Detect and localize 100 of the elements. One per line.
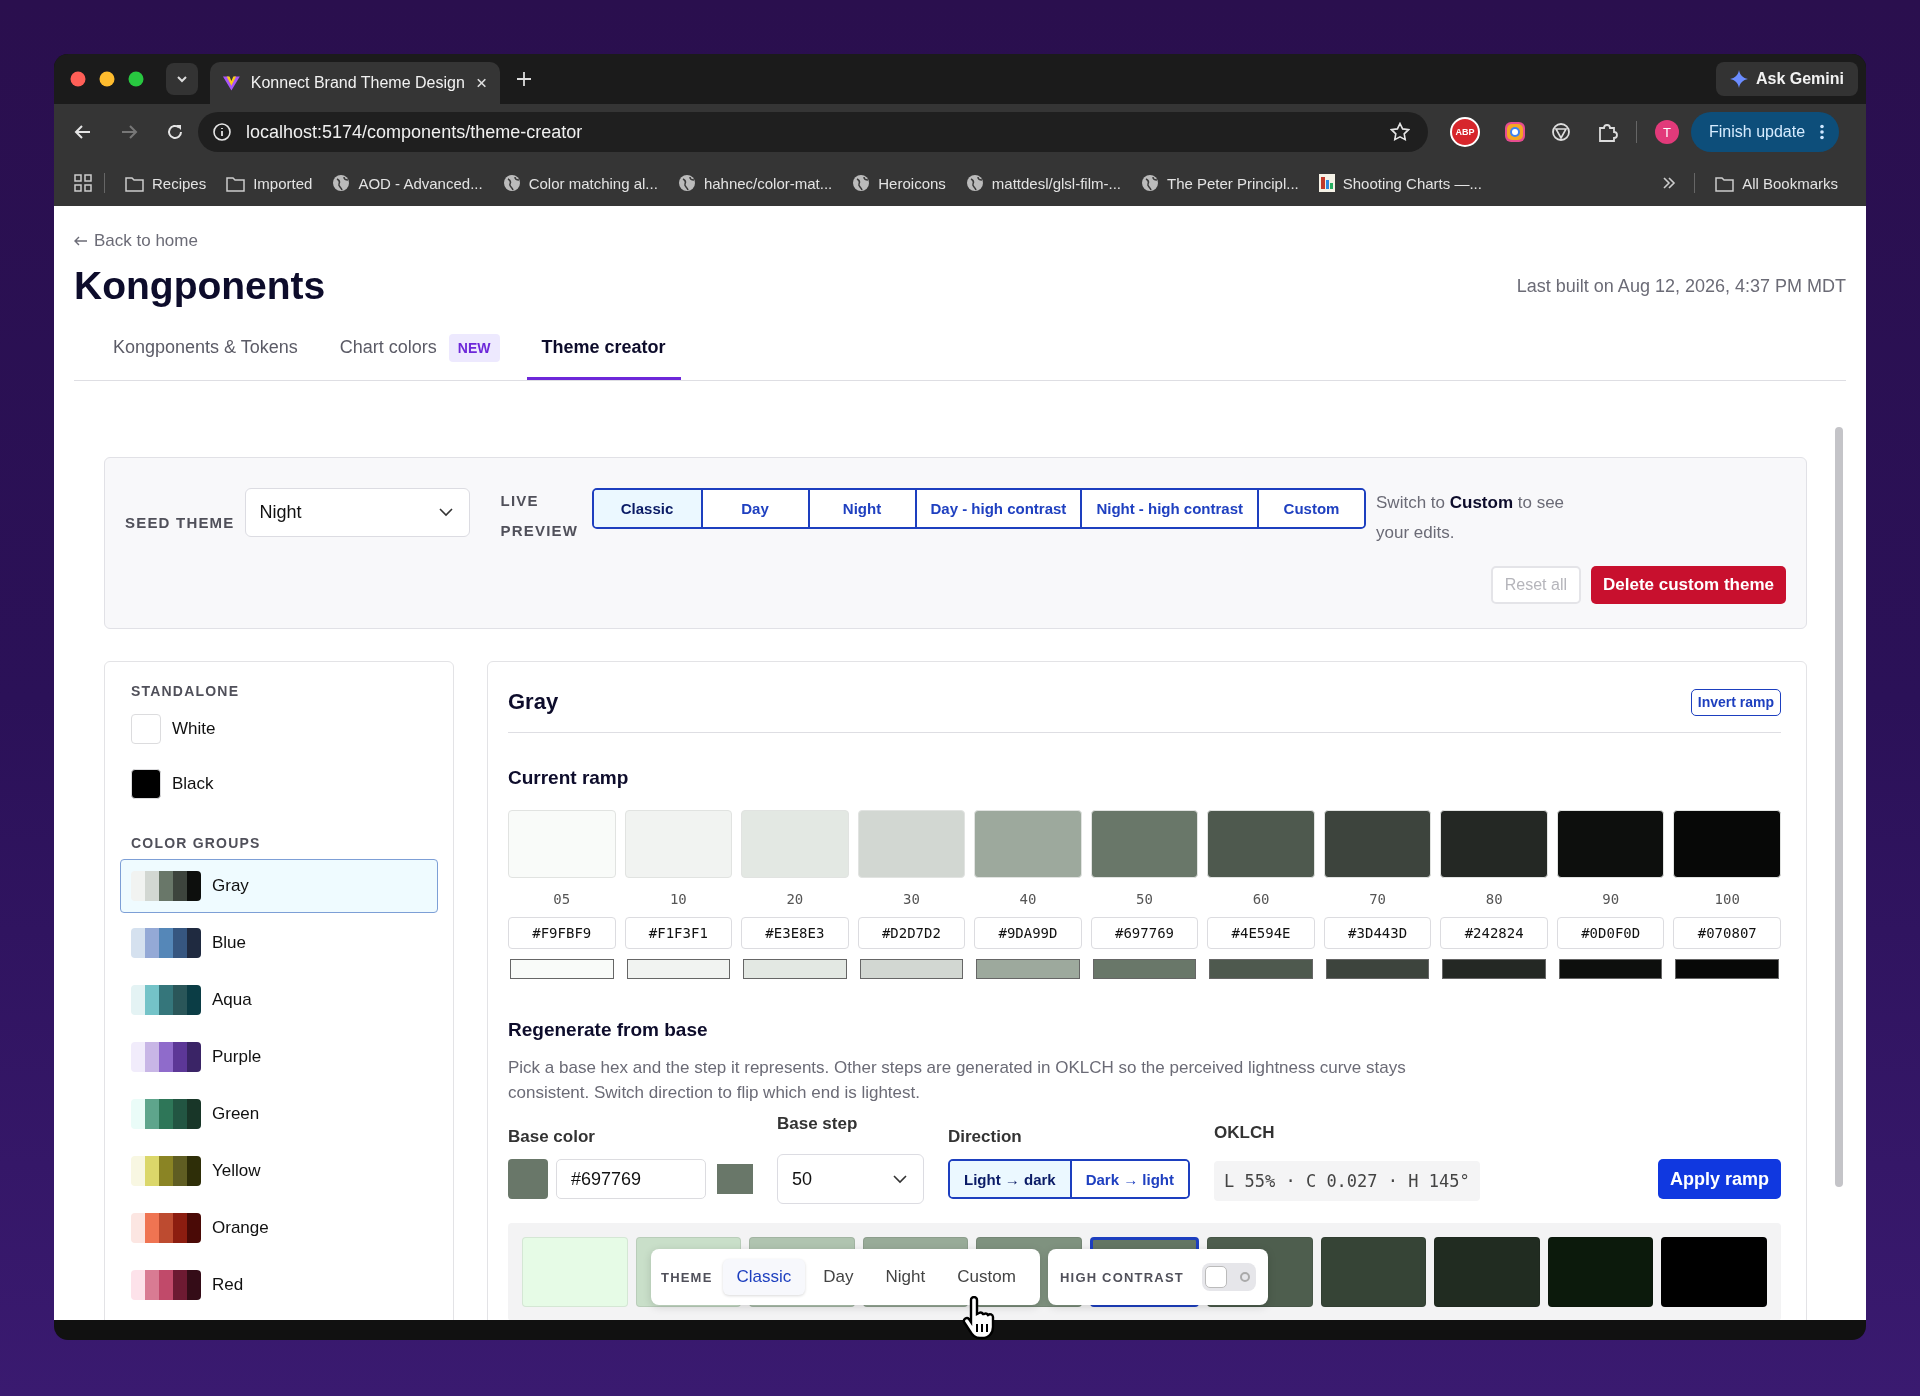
preview-option[interactable]: Classic (593, 490, 701, 527)
globe-icon (852, 174, 871, 192)
bookmark[interactable]: Imported (218, 174, 321, 192)
hex-input[interactable]: #9DA99D (974, 917, 1082, 949)
tab-list-button[interactable] (166, 63, 198, 95)
sparkle-icon (1729, 70, 1748, 88)
scrollbar-thumb[interactable] (1835, 427, 1843, 1187)
preview-option[interactable]: Day (700, 490, 808, 527)
color-picker[interactable] (976, 959, 1080, 979)
group-title: Gray (508, 689, 559, 715)
page-tab[interactable]: Kongponents & Tokens (98, 318, 313, 380)
color-group-item[interactable]: Gray (120, 859, 438, 913)
hex-input[interactable]: #3D443D (1323, 917, 1432, 949)
hex-input[interactable]: #F9FBF9 (508, 917, 616, 949)
color-picker[interactable] (1092, 959, 1197, 979)
bookmark[interactable]: The Peter Principl... (1133, 174, 1307, 192)
hex-input[interactable]: #697769 (1090, 917, 1199, 949)
hex-input[interactable]: #4E594E (1207, 917, 1315, 949)
color-ramp-preview (131, 871, 201, 901)
color-swatch[interactable] (508, 1159, 548, 1199)
browser-tab[interactable]: Konnect Brand Theme Design (210, 62, 500, 104)
window-control-icon (70, 71, 86, 87)
color-group-item[interactable]: Purple (120, 1030, 438, 1084)
chart-sheet-icon (1318, 174, 1335, 192)
apps-grid-icon[interactable] (74, 174, 92, 192)
theme-option[interactable]: Custom (943, 1259, 1030, 1295)
color-group-item[interactable]: Aqua (120, 973, 438, 1027)
color-picker[interactable] (1442, 959, 1546, 979)
hex-input[interactable]: #E3E8E3 (741, 917, 849, 949)
bookmark[interactable]: All Bookmarks (1707, 174, 1846, 192)
new-tab-icon[interactable] (516, 71, 532, 87)
reload-icon[interactable] (166, 123, 184, 141)
back-arrow-icon[interactable] (74, 123, 92, 141)
hex-input[interactable]: #0D0F0D (1556, 917, 1665, 949)
color-picker[interactable] (1209, 959, 1313, 979)
color-swatch[interactable] (717, 1164, 753, 1194)
hex-input[interactable]: #697769 (556, 1159, 706, 1199)
address-bar[interactable]: localhost:5174/components/theme-creator (198, 112, 1428, 152)
bookmark[interactable]: Recipes (117, 174, 215, 192)
back-link[interactable]: Back to home (74, 230, 1846, 252)
color-picker[interactable] (743, 959, 847, 979)
bookmark[interactable]: hahnec/color-mat... (669, 174, 841, 192)
ask-button[interactable]: Ask Gemini (1715, 62, 1858, 96)
hex-input[interactable]: #D2D7D2 (857, 917, 966, 949)
base-step-select[interactable]: 50 (777, 1154, 924, 1204)
hex-input[interactable]: #070807 (1673, 917, 1781, 949)
puzzle-icon[interactable] (1596, 121, 1618, 143)
color-item[interactable]: White (120, 701, 438, 756)
chevron-double-right-icon[interactable] (1662, 176, 1677, 190)
seed-theme-select[interactable]: Night (244, 488, 470, 537)
field-label: Base step (777, 1114, 859, 1135)
hex-input[interactable]: #F1F3F1 (624, 917, 733, 949)
section-heading: COLOR GROUPS (130, 834, 262, 853)
step-label: 50 (1135, 891, 1154, 907)
apply-button[interactable]: Apply ramp (1657, 1159, 1781, 1199)
theme-option[interactable]: Day (809, 1259, 868, 1295)
color-picker[interactable] (1675, 959, 1779, 979)
update-button[interactable]: Finish update (1691, 112, 1840, 152)
invert-button[interactable]: Invert ramp (1690, 688, 1781, 716)
field-label: Direction (948, 1127, 1023, 1148)
color-ramp-preview (131, 1042, 201, 1072)
color-group-item[interactable]: Green (120, 1087, 438, 1141)
theme-option[interactable]: Classic (722, 1259, 806, 1295)
color-group-item[interactable]: Red (120, 1258, 438, 1312)
new-badge: NEW (448, 333, 500, 362)
color-picker[interactable] (1325, 959, 1430, 979)
bookmark[interactable]: Shooting Charts —... (1310, 174, 1490, 192)
star-icon[interactable] (1390, 122, 1410, 142)
profile-avatar[interactable]: T (1655, 120, 1679, 144)
bookmark[interactable]: Color matching al... (494, 174, 666, 192)
preview-option[interactable]: Night - high contrast (1080, 490, 1258, 527)
color-picker[interactable] (1558, 959, 1663, 979)
preview-option[interactable]: Night (807, 490, 915, 527)
theme-option[interactable]: Night (871, 1259, 940, 1295)
page-tab[interactable]: Chart colors NEW (324, 318, 515, 380)
delete-button[interactable]: Delete custom theme (1591, 566, 1786, 604)
color-group-item[interactable]: Orange (120, 1201, 438, 1255)
high-contrast-toggle[interactable] (1201, 1263, 1256, 1291)
bookmark[interactable]: mattdesl/glsl-film-... (957, 174, 1129, 192)
last-built-text: Last built on Aug 12, 2026, 4:37 PM MDT (1516, 275, 1846, 297)
color-picker[interactable] (626, 959, 731, 979)
page-tab[interactable]: Theme creator (526, 318, 681, 380)
direction-option[interactable]: Dark → light (1069, 1161, 1189, 1197)
step-label: 100 (1713, 891, 1741, 907)
step-label: 40 (1018, 891, 1038, 907)
forward-arrow-icon[interactable] (120, 123, 138, 141)
color-group-item[interactable]: Yellow (120, 1144, 438, 1198)
preview-option[interactable]: Day - high contrast (914, 490, 1081, 527)
color-ring-icon[interactable] (1504, 121, 1526, 143)
bookmark[interactable]: Heroicons (844, 174, 954, 192)
hex-input[interactable]: #242824 (1440, 917, 1548, 949)
adblock-extension-icon[interactable]: ABP (1450, 117, 1480, 147)
color-picker[interactable] (510, 959, 614, 979)
direction-option[interactable]: Light → dark (950, 1161, 1070, 1197)
color-item[interactable]: Black (120, 756, 438, 811)
bookmark[interactable]: AOD - Advanced... (324, 174, 491, 192)
info-icon (212, 122, 232, 142)
preview-option[interactable]: Custom (1257, 490, 1365, 527)
color-picker[interactable] (859, 959, 964, 979)
color-group-item[interactable]: Blue (120, 916, 438, 970)
